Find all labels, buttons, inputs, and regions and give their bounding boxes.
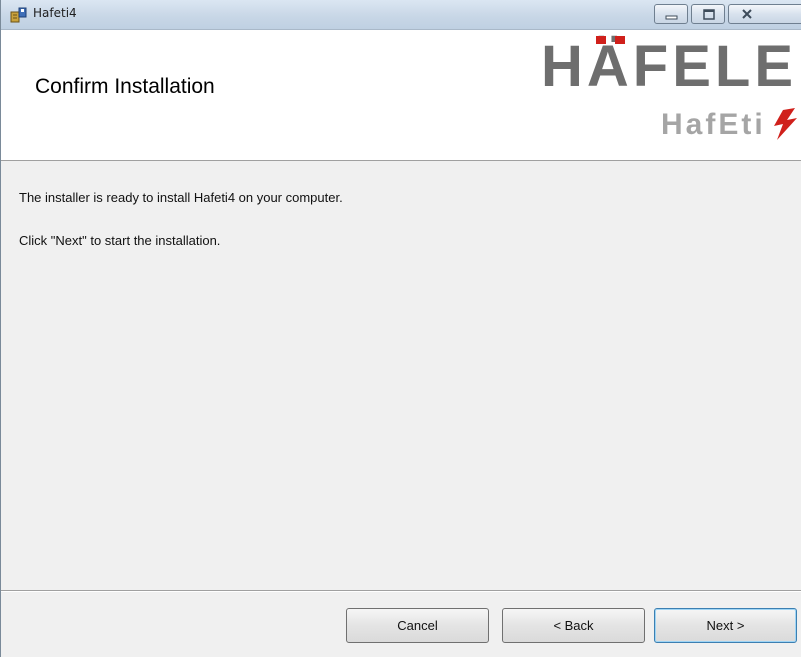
back-button[interactable]: < Back	[502, 608, 645, 643]
installer-package-icon	[10, 6, 28, 24]
cancel-button[interactable]: Cancel	[346, 608, 489, 643]
installer-window: Hafeti4 Confirm Installation HÄFELE HafE…	[0, 0, 801, 657]
minimize-button[interactable]	[654, 4, 688, 24]
instruction-message: Click "Next" to start the installation.	[19, 233, 221, 248]
maximize-button[interactable]	[691, 4, 725, 24]
close-icon	[742, 9, 752, 19]
maximize-icon	[703, 9, 715, 20]
hafeti-logo: HafEti	[661, 100, 801, 141]
hafele-logo: HÄFELE	[541, 32, 801, 99]
svg-text:HÄFELE: HÄFELE	[541, 34, 797, 94]
ready-message: The installer is ready to install Hafeti…	[19, 190, 343, 205]
window-title: Hafeti4	[33, 6, 77, 20]
page-title: Confirm Installation	[35, 75, 215, 98]
close-button[interactable]	[728, 4, 801, 24]
svg-text:HafEti: HafEti	[661, 108, 766, 141]
footer-divider	[1, 590, 801, 592]
title-bar[interactable]: Hafeti4	[1, 0, 801, 30]
next-button[interactable]: Next >	[654, 608, 797, 643]
minimize-icon	[665, 15, 678, 20]
